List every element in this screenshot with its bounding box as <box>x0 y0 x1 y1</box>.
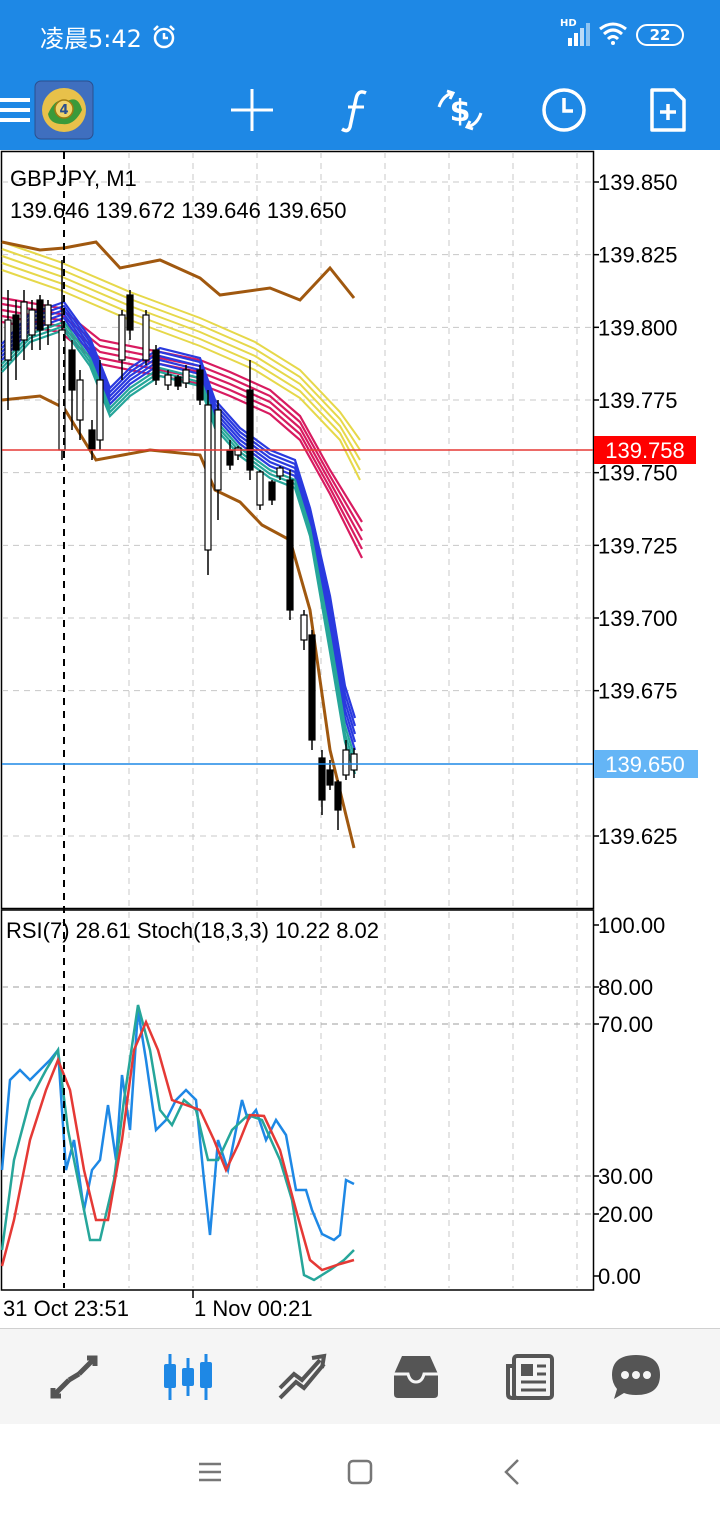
status-time: 凌晨5:42 <box>40 25 142 53</box>
bottom-navigation <box>0 1328 720 1424</box>
chart-area[interactable]: 139.850 139.825 139.800 139.775 139.750 139.7… <box>0 150 720 1328</box>
ohlc-values: 139.646 139.672 139.646 139.650 <box>10 198 347 223</box>
candle-body <box>44 304 52 326</box>
candle-body <box>286 479 294 611</box>
indicator-axis: 100.00 80.00 70.00 30.00 20.00 0.00 <box>593 913 665 1289</box>
alarm-icon <box>151 24 177 54</box>
candle-body <box>246 389 254 471</box>
chart-canvas[interactable]: 139.850139.825139.800139.775139.750139.7… <box>0 150 720 1328</box>
candle-body <box>234 447 242 456</box>
candle-body <box>126 294 134 331</box>
battery-icon: 22 <box>636 24 684 46</box>
price-tick-label: 139.775 <box>598 388 678 413</box>
price-tick-label: 139.850 <box>598 170 678 195</box>
candle-body <box>142 314 150 361</box>
ask-price-tag-text: 139.758 <box>605 438 685 463</box>
price-tick-label: 139.675 <box>598 679 678 704</box>
candle-body <box>88 429 96 451</box>
symbol-label: GBPJPY, M1 <box>10 166 137 191</box>
toolbar: 4 $ <box>0 70 720 150</box>
system-navigation-bar <box>0 1424 720 1520</box>
candle-body <box>342 749 350 776</box>
back-button[interactable] <box>492 1454 532 1490</box>
candle-body <box>174 376 182 387</box>
candle-body <box>308 634 316 741</box>
candle-body <box>28 309 36 336</box>
candle-body <box>12 314 20 351</box>
candle-body <box>268 481 276 501</box>
status-bar: 凌晨5:42 HD 22 <box>0 0 720 70</box>
quotes-icon[interactable] <box>42 1347 106 1407</box>
clock-icon[interactable] <box>534 80 594 140</box>
symbol-icon[interactable]: $ <box>430 80 490 140</box>
network-label: HD <box>560 18 577 29</box>
history-icon[interactable] <box>384 1347 448 1407</box>
metatrader-logo[interactable]: 4 <box>34 80 94 140</box>
function-icon[interactable] <box>326 80 386 140</box>
home-button[interactable] <box>340 1454 380 1490</box>
candle-body <box>204 404 212 551</box>
candle-body <box>300 614 308 641</box>
candle-body <box>276 467 284 477</box>
indicator-tick-label: 100.00 <box>598 913 665 938</box>
indicator-tick-label: 80.00 <box>598 975 653 1000</box>
indicator-label: RSI(7) 28.61 Stoch(18,3,3) 10.22 8.02 <box>6 918 380 943</box>
candle-body <box>36 299 44 331</box>
price-tick-label: 139.700 <box>598 606 678 631</box>
svg-text:4: 4 <box>59 103 68 118</box>
indicator-tick-label: 70.00 <box>598 1012 653 1037</box>
candle-body <box>182 369 190 384</box>
crosshair-icon[interactable] <box>222 80 282 140</box>
candle-body <box>226 449 234 466</box>
candle-body <box>4 319 12 361</box>
signal-icon: HD <box>560 18 590 48</box>
price-pane-frame <box>0 150 595 910</box>
news-icon[interactable] <box>498 1347 562 1407</box>
candle-body <box>152 349 160 381</box>
price-tick-label: 139.750 <box>598 461 678 486</box>
candle-body <box>326 769 334 786</box>
candle-body <box>350 753 358 771</box>
wifi-icon <box>598 21 628 49</box>
chat-icon[interactable] <box>604 1347 668 1407</box>
chart-icon[interactable] <box>156 1347 220 1407</box>
trade-icon[interactable] <box>270 1347 334 1407</box>
price-tick-label: 139.725 <box>598 533 678 558</box>
price-axis: 139.850 139.825 139.800 139.775 139.750 139.7… <box>593 170 678 849</box>
menu-button[interactable] <box>190 1454 230 1490</box>
indicator-tick-label: 20.00 <box>598 1202 653 1227</box>
candle-body <box>76 379 84 421</box>
indicator-tick-label: 0.00 <box>598 1264 641 1289</box>
candle-body <box>96 379 104 441</box>
candle-body <box>20 301 28 341</box>
time-label-2: 1 Nov 00:21 <box>194 1296 313 1321</box>
candle-body <box>164 374 172 386</box>
candle-body <box>256 471 264 506</box>
bid-price-tag-text: 139.650 <box>605 752 685 777</box>
price-tick-label: 139.625 <box>598 824 678 849</box>
candle-body <box>68 349 76 391</box>
candle-body <box>196 369 204 401</box>
candle-body <box>118 314 126 361</box>
new-document-icon[interactable] <box>638 80 698 140</box>
candle-body <box>334 781 342 811</box>
price-tick-label: 139.825 <box>598 243 678 268</box>
price-tick-label: 139.800 <box>598 315 678 340</box>
indicator-tick-label: 30.00 <box>598 1164 653 1189</box>
time-label-1: 31 Oct 23:51 <box>3 1296 129 1321</box>
